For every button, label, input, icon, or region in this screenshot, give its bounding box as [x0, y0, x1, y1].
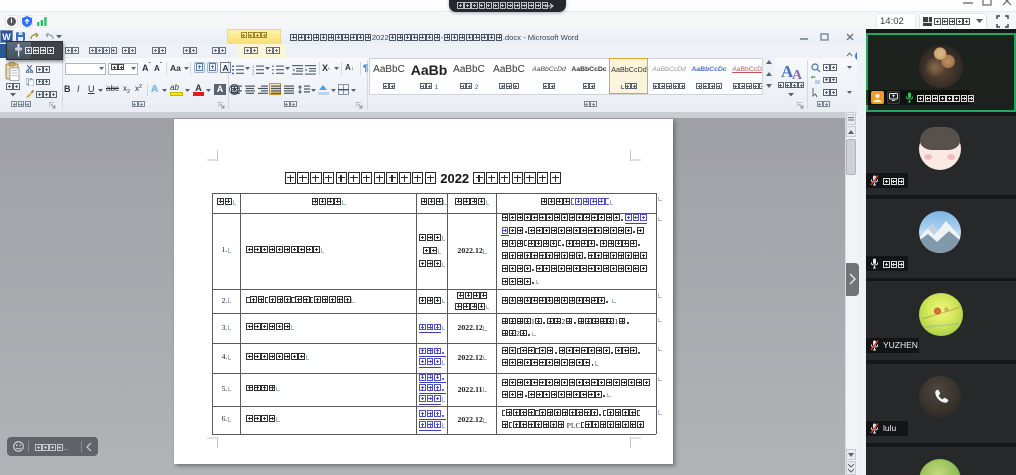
svg-text:A: A	[792, 68, 803, 80]
svg-text:1: 1	[252, 71, 255, 75]
